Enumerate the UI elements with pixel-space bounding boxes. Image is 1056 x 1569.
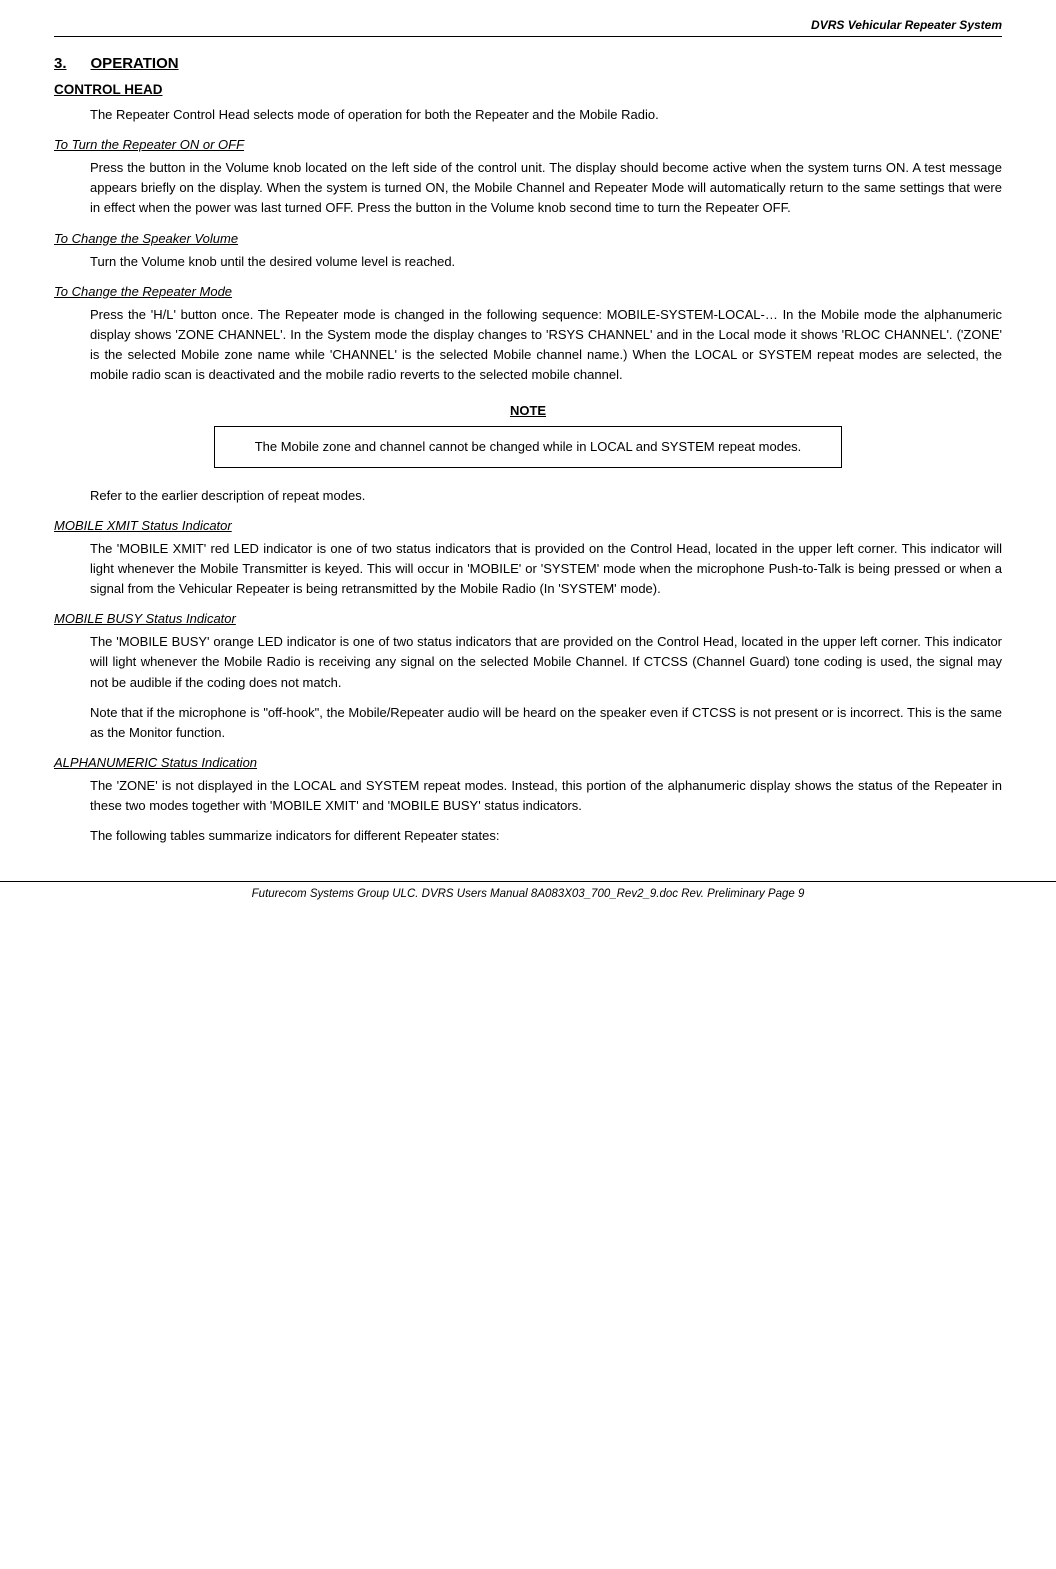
speaker-volume-body: Turn the Volume knob until the desired v… bbox=[90, 252, 1002, 272]
repeater-mode-section: To Change the Repeater Mode Press the 'H… bbox=[54, 284, 1002, 386]
turn-on-off-body: Press the button in the Volume knob loca… bbox=[90, 158, 1002, 218]
speaker-volume-section: To Change the Speaker Volume Turn the Vo… bbox=[54, 231, 1002, 272]
subsection-control-head: CONTROL HEAD The Repeater Control Head s… bbox=[54, 82, 1002, 125]
turn-on-off-link: To Turn the Repeater ON or OFF bbox=[54, 137, 1002, 152]
mobile-xmit-section: MOBILE XMIT Status Indicator The 'MOBILE… bbox=[54, 518, 1002, 599]
mobile-busy-body1: The 'MOBILE BUSY' orange LED indicator i… bbox=[90, 632, 1002, 692]
section-number: 3. bbox=[54, 55, 67, 72]
alphanumeric-body1: The 'ZONE' is not displayed in the LOCAL… bbox=[90, 776, 1002, 816]
note-section: NOTE The Mobile zone and channel cannot … bbox=[54, 403, 1002, 468]
mobile-busy-section: MOBILE BUSY Status Indicator The 'MOBILE… bbox=[54, 611, 1002, 743]
mobile-busy-link: MOBILE BUSY Status Indicator bbox=[54, 611, 1002, 626]
page-footer: Futurecom Systems Group ULC. DVRS Users … bbox=[0, 881, 1056, 900]
mobile-xmit-link: MOBILE XMIT Status Indicator bbox=[54, 518, 1002, 533]
mobile-xmit-body: The 'MOBILE XMIT' red LED indicator is o… bbox=[90, 539, 1002, 599]
section-title: OPERATION bbox=[91, 55, 179, 72]
alphanumeric-section: ALPHANUMERIC Status Indication The 'ZONE… bbox=[54, 755, 1002, 846]
repeater-mode-body: Press the 'H/L' button once. The Repeate… bbox=[90, 305, 1002, 386]
page-header: DVRS Vehicular Repeater System bbox=[54, 18, 1002, 37]
note-title: NOTE bbox=[54, 403, 1002, 418]
turn-on-off-section: To Turn the Repeater ON or OFF Press the… bbox=[54, 137, 1002, 218]
alphanumeric-body2: The following tables summarize indicator… bbox=[90, 826, 1002, 846]
refer-text: Refer to the earlier description of repe… bbox=[90, 486, 1002, 506]
mobile-busy-body2: Note that if the microphone is "off-hook… bbox=[90, 703, 1002, 743]
control-head-heading: CONTROL HEAD bbox=[54, 82, 1002, 97]
alphanumeric-link: ALPHANUMERIC Status Indication bbox=[54, 755, 1002, 770]
speaker-volume-link: To Change the Speaker Volume bbox=[54, 231, 1002, 246]
note-box: The Mobile zone and channel cannot be ch… bbox=[214, 426, 843, 468]
repeater-mode-link: To Change the Repeater Mode bbox=[54, 284, 1002, 299]
control-head-intro: The Repeater Control Head selects mode o… bbox=[90, 105, 1002, 125]
